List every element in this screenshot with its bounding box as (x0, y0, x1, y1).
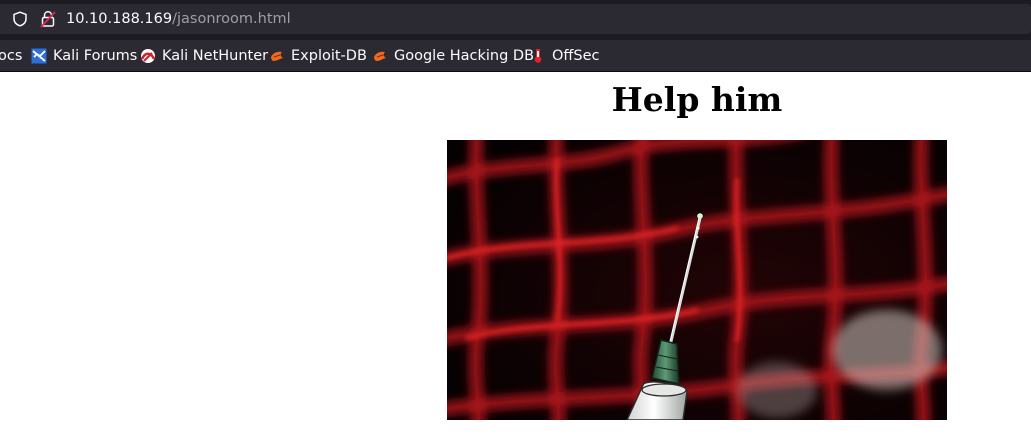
bookmark-kali-docs[interactable]: ocs (0, 40, 22, 72)
offsec-icon (534, 49, 542, 63)
bookmark-kali-forums[interactable]: Kali Forums (31, 40, 137, 72)
url-host: 10.10.188.169 (66, 11, 173, 27)
bookmark-offsec[interactable]: OffSec (530, 40, 600, 72)
browser-toolbar: 10.10.188.169/jasonroom.html (0, 0, 1031, 40)
bookmark-label: Google Hacking DB (394, 48, 535, 64)
bookmark-google-hacking-db[interactable]: Google Hacking DB (372, 40, 534, 72)
exploit-db-icon (374, 51, 386, 61)
url-path: /jasonroom.html (172, 11, 291, 27)
bookmark-label: Kali Forums (53, 48, 138, 64)
bookmark-kali-nethunter[interactable]: Kali NetHunter (140, 40, 268, 72)
bookmark-label: OffSec (552, 48, 600, 64)
bookmark-label: Exploit-DB (291, 48, 367, 64)
syringe-fence-illustration (447, 140, 947, 420)
bookmark-label: ocs (0, 48, 23, 64)
shield-icon[interactable] (12, 11, 28, 27)
hero-image (447, 140, 947, 420)
kali-forums-icon (31, 48, 47, 64)
address-bar[interactable]: 10.10.188.169/jasonroom.html (0, 4, 1031, 34)
exploit-db-icon (271, 51, 283, 61)
url-text[interactable]: 10.10.188.169/jasonroom.html (66, 10, 291, 28)
bookmarks-toolbar: ocs Kali Forums Kali NetHunter Exploit-D… (0, 40, 1031, 72)
bookmark-label: Kali NetHunter (162, 48, 269, 64)
bookmark-exploit-db[interactable]: Exploit-DB (269, 40, 367, 72)
page-title: Help him (611, 80, 783, 119)
kali-nethunter-icon (140, 49, 156, 63)
insecure-lock-icon[interactable] (40, 10, 56, 28)
